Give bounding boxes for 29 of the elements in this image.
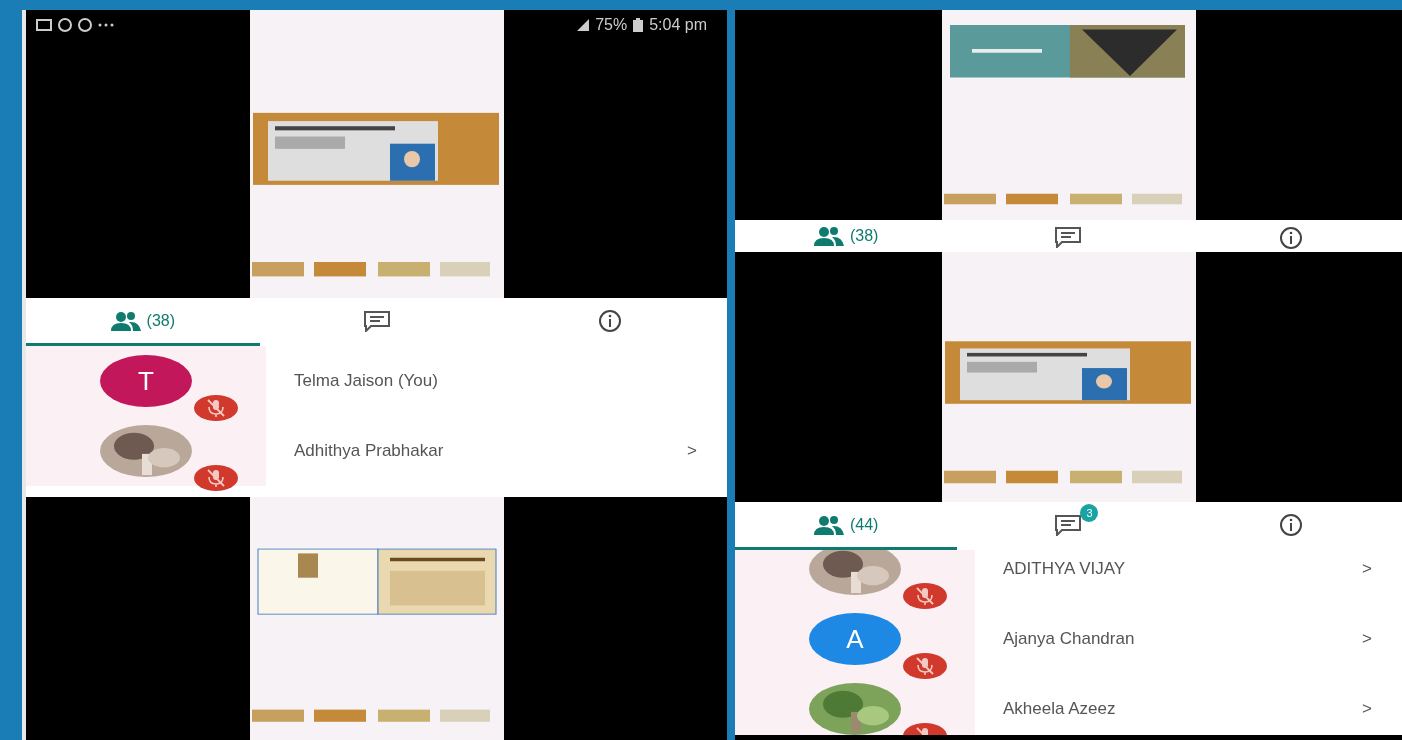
battery-icon bbox=[633, 18, 644, 32]
chevron[interactable]: > bbox=[1362, 629, 1372, 649]
info-icon bbox=[598, 308, 623, 333]
chevron[interactable]: > bbox=[687, 441, 697, 461]
participant-name[interactable]: Akheela Azeez bbox=[1003, 699, 1363, 719]
avatar: T bbox=[100, 355, 192, 407]
avatar: A bbox=[809, 613, 901, 665]
participant-name[interactable]: Telma Jaison (You) bbox=[294, 371, 727, 391]
people-icon bbox=[110, 310, 141, 331]
people-icon bbox=[813, 514, 844, 535]
chevron[interactable]: > bbox=[1362, 699, 1372, 719]
chat-icon bbox=[1054, 513, 1083, 536]
circle-icon bbox=[78, 18, 92, 32]
clock: 5:04 pm bbox=[649, 16, 707, 34]
chevron[interactable]: > bbox=[1362, 559, 1372, 579]
people-icon bbox=[813, 226, 844, 246]
battery-percent: 75% bbox=[595, 16, 628, 34]
participant-name[interactable]: Ajanya Chandran bbox=[1003, 629, 1363, 649]
info-icon bbox=[1278, 512, 1303, 537]
image-icon bbox=[36, 18, 52, 32]
participant-name[interactable]: Adhithya Prabhakar bbox=[294, 441, 688, 461]
chat-icon bbox=[1054, 226, 1083, 248]
chat-icon bbox=[362, 309, 391, 332]
circle-icon bbox=[58, 18, 72, 32]
more-icon bbox=[98, 23, 114, 27]
info-icon bbox=[1278, 226, 1303, 250]
signal-icon bbox=[577, 19, 590, 31]
participant-name[interactable]: ADITHYA VIJAY bbox=[1003, 559, 1363, 579]
unread-badge: 3 bbox=[1080, 503, 1099, 522]
